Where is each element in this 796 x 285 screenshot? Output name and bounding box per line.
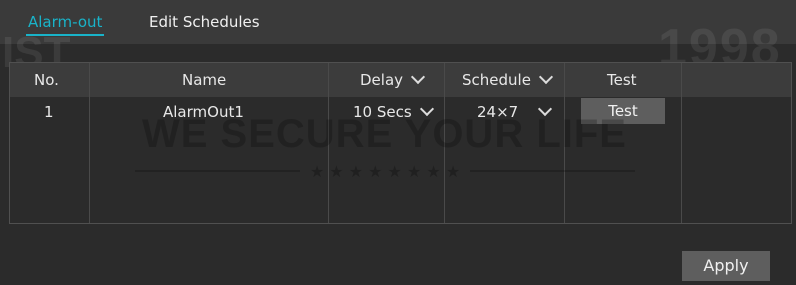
chevron-down-icon — [410, 69, 426, 85]
row-no: 1 — [44, 103, 54, 121]
column-divider — [89, 63, 90, 223]
star-row: ★ ★ ★ ★ ★ ★ ★ ★ — [309, 161, 461, 181]
header-delay-label: Delay — [360, 71, 404, 89]
header-no: No. — [34, 71, 59, 89]
watermark-line — [470, 170, 636, 172]
header-test: Test — [607, 71, 637, 89]
header-name: Name — [182, 71, 227, 89]
header-schedule[interactable]: Schedule — [462, 65, 554, 95]
watermark-slogan: WE SECURE YOUR LIFE — [142, 112, 627, 156]
watermark-line — [135, 170, 300, 172]
watermark-stars: ★ ★ ★ ★ ★ ★ ★ ★ — [135, 160, 636, 182]
chevron-down-icon — [538, 69, 554, 85]
column-divider — [681, 63, 682, 223]
header-schedule-label: Schedule — [462, 71, 531, 89]
tab-edit-schedules[interactable]: Edit Schedules — [149, 10, 260, 34]
apply-button[interactable]: Apply — [682, 251, 770, 281]
header-delay[interactable]: Delay — [360, 65, 426, 95]
